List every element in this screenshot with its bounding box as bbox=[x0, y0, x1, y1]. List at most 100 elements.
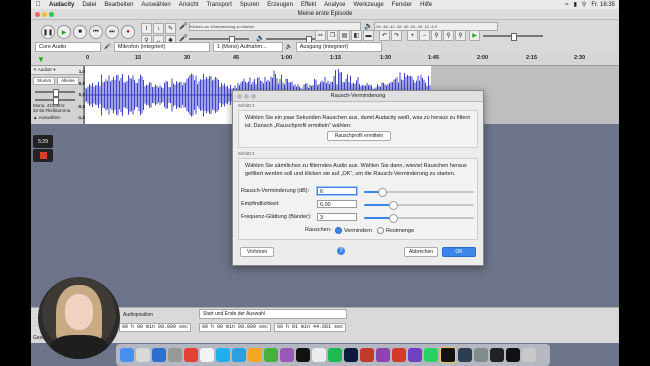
apple-icon[interactable]:  bbox=[31, 1, 45, 8]
preview-icon[interactable] bbox=[168, 348, 182, 362]
ok-button[interactable]: OK bbox=[442, 247, 476, 257]
menu-werkzeuge[interactable]: Werkzeuge bbox=[350, 2, 388, 8]
photoshop-icon[interactable] bbox=[344, 348, 358, 362]
safari-icon[interactable] bbox=[152, 348, 166, 362]
zoom-in-button[interactable]: + bbox=[407, 30, 418, 41]
cut-button[interactable]: ✂ bbox=[315, 30, 326, 41]
track-gain-slider[interactable] bbox=[35, 89, 75, 97]
screenflow-icon[interactable] bbox=[458, 348, 472, 362]
smoothing-input[interactable]: 3 bbox=[317, 213, 357, 221]
setapp-icon[interactable] bbox=[376, 348, 390, 362]
menu-effekt[interactable]: Effekt bbox=[297, 2, 320, 8]
paste-button[interactable]: ▤ bbox=[339, 30, 350, 41]
menu-bearbeiten[interactable]: Bearbeiten bbox=[100, 2, 137, 8]
record-volume-slider[interactable] bbox=[189, 36, 249, 44]
final-cut-icon[interactable] bbox=[440, 347, 456, 363]
reduction-input[interactable]: 6 bbox=[317, 187, 357, 195]
menu-transport[interactable]: Transport bbox=[202, 2, 235, 8]
wifi-icon[interactable]: ≈ bbox=[565, 2, 568, 8]
telegram-icon[interactable] bbox=[232, 348, 246, 362]
menu-ansicht[interactable]: Ansicht bbox=[175, 2, 203, 8]
play-at-speed-button[interactable]: ▶ bbox=[469, 30, 480, 41]
reduce-radio[interactable]: Vermindern bbox=[335, 227, 372, 234]
fit-project-button[interactable]: ⚲ bbox=[443, 30, 454, 41]
terminal-icon[interactable] bbox=[506, 348, 520, 362]
pause-button[interactable]: ❚❚ bbox=[41, 25, 55, 39]
system-preferences-icon[interactable] bbox=[474, 348, 488, 362]
dialog-minimize-icon[interactable] bbox=[244, 94, 249, 99]
residue-radio[interactable]: Restmenge bbox=[377, 227, 414, 234]
sketch-icon[interactable] bbox=[248, 348, 262, 362]
get-noise-profile-button[interactable]: Rauschprofil ermitteln bbox=[327, 131, 391, 141]
residue-radio-dot[interactable] bbox=[377, 227, 384, 234]
mute-button[interactable]: Stumm bbox=[33, 77, 56, 85]
finder-icon[interactable] bbox=[120, 348, 134, 362]
menubar-clock[interactable]: Fr. 16:35 bbox=[591, 2, 615, 8]
spotify-icon[interactable] bbox=[328, 348, 342, 362]
menu-fenster[interactable]: Fenster bbox=[388, 2, 416, 8]
host-select[interactable]: Core Audio bbox=[35, 41, 101, 52]
draw-tool[interactable]: ✎ bbox=[165, 23, 176, 34]
reduce-radio-dot[interactable] bbox=[335, 227, 342, 234]
reduction-slider[interactable] bbox=[364, 188, 474, 197]
trash-icon[interactable] bbox=[522, 348, 536, 362]
menu-spuren[interactable]: Spuren bbox=[236, 2, 263, 8]
notion-icon[interactable] bbox=[408, 348, 422, 362]
timeline-ruler[interactable]: ▼ 0 15 30 45 1:00 1:15 1:30 1:45 2:00 2:… bbox=[31, 54, 619, 66]
envelope-tool[interactable]: ↕ bbox=[153, 23, 164, 34]
track-pan-slider[interactable] bbox=[35, 97, 75, 105]
menu-auswaehlen[interactable]: Auswählen bbox=[137, 2, 174, 8]
stop-button[interactable]: ■ bbox=[73, 25, 87, 39]
sensitivity-slider[interactable] bbox=[364, 201, 474, 210]
play-speed-slider[interactable] bbox=[483, 33, 543, 41]
audacity-icon[interactable] bbox=[490, 348, 504, 362]
audio-position-field[interactable]: 00 h 00 min 00.000 sec bbox=[119, 323, 192, 332]
skip-start-button[interactable]: ⏮ bbox=[89, 25, 103, 39]
sensitivity-slider-knob[interactable] bbox=[388, 201, 398, 210]
menu-datei[interactable]: Datei bbox=[78, 2, 100, 8]
selection-mode-select[interactable]: Start und Ende der Auswahl bbox=[199, 309, 347, 319]
zoom-toggle-button[interactable]: ⚲ bbox=[455, 30, 466, 41]
keynote-icon[interactable] bbox=[360, 348, 374, 362]
appletv-icon[interactable] bbox=[296, 348, 310, 362]
minimize-window-icon[interactable] bbox=[42, 12, 47, 17]
pin-playhead-icon[interactable]: ▼ bbox=[37, 55, 45, 64]
selection-end-field[interactable]: 00 h 01 min 44.081 sec bbox=[274, 323, 347, 332]
help-icon[interactable]: ? bbox=[337, 247, 345, 255]
undo-button[interactable]: ↶ bbox=[379, 30, 390, 41]
preview-button[interactable]: Vorhören bbox=[240, 247, 274, 257]
mic-select[interactable]: Mikrofon (integriert) bbox=[113, 41, 210, 52]
copy-button[interactable]: ❐ bbox=[327, 30, 338, 41]
selection-tool[interactable]: I bbox=[141, 23, 152, 34]
photos-icon[interactable] bbox=[200, 348, 214, 362]
play-button[interactable]: ▶ bbox=[57, 25, 71, 39]
search-icon[interactable]: ⚲ bbox=[582, 1, 586, 8]
launchpad-icon[interactable] bbox=[136, 348, 150, 362]
fit-selection-button[interactable]: ⚲ bbox=[431, 30, 442, 41]
selection-start-field[interactable]: 00 h 00 min 00.000 sec bbox=[199, 323, 272, 332]
channels-select[interactable]: 1 (Mono) Aufnahm... bbox=[212, 41, 283, 52]
todoist-icon[interactable] bbox=[392, 348, 406, 362]
messages-icon[interactable] bbox=[264, 348, 278, 362]
close-window-icon[interactable] bbox=[35, 12, 40, 17]
menu-app[interactable]: Audacity bbox=[45, 2, 78, 8]
record-button[interactable]: ● bbox=[121, 25, 135, 39]
menu-erzeugen[interactable]: Erzeugen bbox=[263, 2, 297, 8]
trim-button[interactable]: ◧ bbox=[351, 30, 362, 41]
chrome-icon[interactable] bbox=[184, 348, 198, 362]
reduction-slider-knob[interactable] bbox=[377, 188, 387, 197]
zoom-window-icon[interactable] bbox=[49, 12, 54, 17]
calendar-icon[interactable] bbox=[312, 348, 326, 362]
track-pan-knob[interactable] bbox=[53, 97, 59, 105]
redo-button[interactable]: ↷ bbox=[391, 30, 402, 41]
stop-recording-button[interactable] bbox=[33, 149, 53, 162]
cancel-button[interactable]: Abbrechen bbox=[404, 247, 438, 257]
skip-end-button[interactable]: ⏭ bbox=[105, 25, 119, 39]
smoothing-slider[interactable] bbox=[364, 214, 474, 223]
silence-button[interactable]: ▬ bbox=[363, 30, 374, 41]
microphone-icon[interactable]: 🎤 bbox=[179, 22, 188, 30]
speaker-icon[interactable]: 🔈 bbox=[364, 22, 373, 30]
menu-hilfe[interactable]: Hilfe bbox=[416, 2, 436, 8]
sensitivity-input[interactable]: 6,00 bbox=[317, 200, 357, 208]
whatsapp-icon[interactable] bbox=[424, 348, 438, 362]
